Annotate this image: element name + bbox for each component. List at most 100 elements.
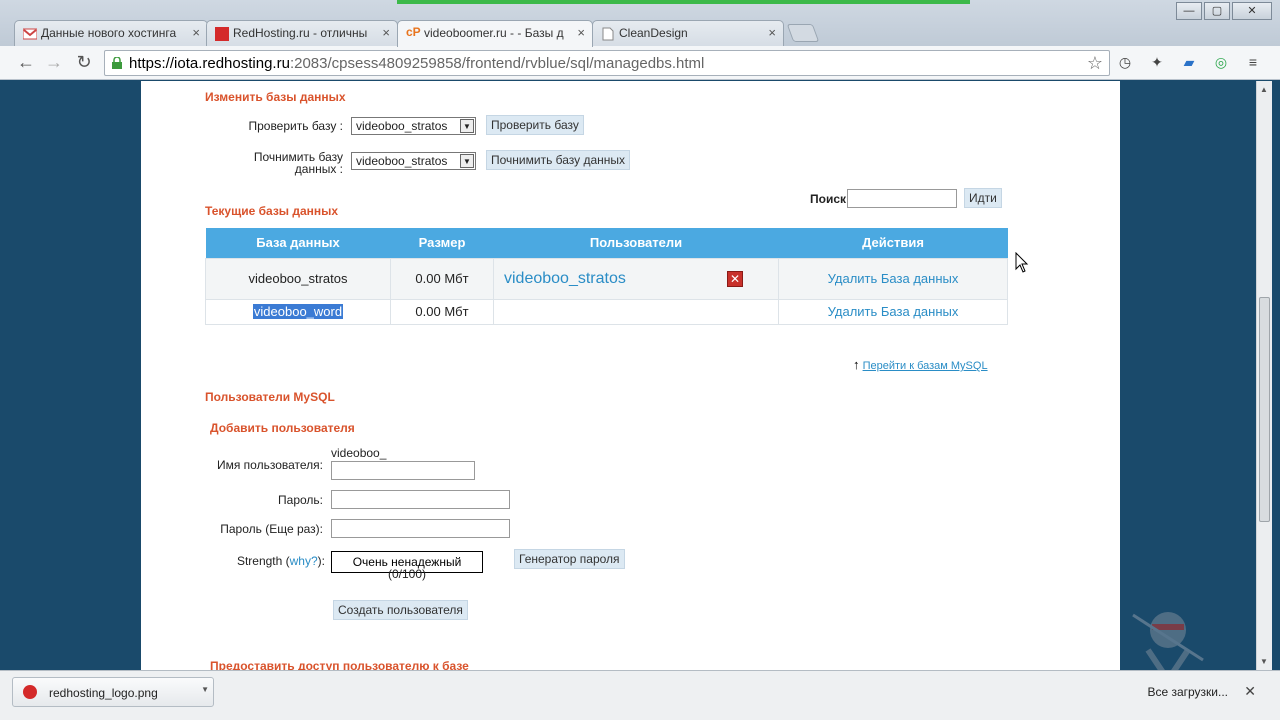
tab-label: videoboomer.ru - - Базы д <box>424 26 564 40</box>
vertical-scrollbar[interactable]: ▲ ▼ <box>1256 81 1272 670</box>
tab-close-icon[interactable]: × <box>577 25 585 40</box>
redhosting-file-icon <box>23 685 37 699</box>
goto-mysql-row: ↑ Перейти к базам MySQL <box>853 357 988 372</box>
col-users: Пользователи <box>493 228 779 258</box>
password-label: Пароль: <box>278 493 323 507</box>
db-user-link[interactable]: videoboo_stratos <box>504 270 626 287</box>
repair-db-select[interactable]: videoboo_stratos ▼ <box>351 152 476 170</box>
repair-db-value: videoboo_stratos <box>356 154 448 168</box>
username-input[interactable] <box>331 461 475 480</box>
all-downloads-link[interactable]: Все загрузки... <box>1147 685 1228 699</box>
redhosting-icon <box>215 27 229 41</box>
gmail-icon <box>22 27 38 41</box>
address-bar[interactable]: https://iota.redhosting.ru:2083/cpsess48… <box>104 50 1110 76</box>
password-input[interactable] <box>331 490 510 509</box>
databases-table: База данных Размер Пользователи Действия… <box>205 228 1008 325</box>
reload-icon[interactable]: ↻ <box>72 52 96 73</box>
db-name-cell: videoboo_word <box>205 298 391 325</box>
chevron-down-icon: ▼ <box>460 154 474 168</box>
url-host: https://iota.redhosting.ru <box>129 55 290 72</box>
tab-cpanel[interactable]: cP videoboomer.ru - - Базы д × <box>397 20 593 47</box>
back-icon[interactable]: ← <box>14 52 38 73</box>
db-name: videoboo_stratos <box>205 257 391 300</box>
db-size: 0.00 Мбт <box>390 298 494 325</box>
check-db-value: videoboo_stratos <box>356 119 448 133</box>
check-db-select[interactable]: videoboo_stratos ▼ <box>351 117 476 135</box>
db-users-cell: videoboo_stratos ✕ <box>493 257 779 300</box>
forward-icon[interactable]: → <box>42 52 66 73</box>
url-path: :2083/cpsess4809259858/frontend/rvblue/s… <box>289 55 705 72</box>
arrow-up-icon: ↑ <box>853 357 860 372</box>
cpanel-icon: cP <box>406 25 421 39</box>
download-filename: redhosting_logo.png <box>49 686 158 700</box>
page-content: Изменить базы данных Проверить базу : vi… <box>141 81 1120 670</box>
col-actions: Действия <box>778 228 1008 258</box>
lock-icon <box>112 56 122 69</box>
close-download-bar-icon[interactable]: ✕ <box>1244 683 1256 700</box>
new-tab-button[interactable] <box>786 24 820 42</box>
modify-db-title: Изменить базы данных <box>205 90 346 104</box>
search-go-button[interactable]: Идти <box>964 188 1002 208</box>
browser-toolbar: ← → ↻ https://iota.redhosting.ru:2083/cp… <box>0 46 1280 80</box>
tab-cleandesign[interactable]: CleanDesign × <box>592 20 784 46</box>
strength-label-row: Strength (why?): <box>201 554 325 568</box>
repair-db-button[interactable]: Почнимить базу данных <box>486 150 631 170</box>
db-name: videoboo_word <box>252 304 344 319</box>
bookmark-star-icon[interactable]: ☆ <box>1087 53 1103 74</box>
username-prefix: videoboo_ <box>331 446 387 460</box>
chevron-down-icon: ▼ <box>460 119 474 133</box>
download-bar: redhosting_logo.png ▼ Все загрузки... ✕ <box>0 670 1280 720</box>
db-users <box>493 298 779 325</box>
mysql-users-title: Пользователи MySQL <box>205 390 335 404</box>
maximize-button[interactable]: ▢ <box>1204 2 1230 20</box>
grant-access-title: Предоставить доступ пользователю к базе <box>210 659 469 670</box>
pen-extension-icon[interactable]: ▰ <box>1180 54 1198 72</box>
check-db-button[interactable]: Проверить базу <box>486 115 584 135</box>
tab-label: Данные нового хостинга <box>41 26 177 40</box>
add-user-title: Добавить пользователя <box>210 421 355 435</box>
page-icon <box>601 27 615 41</box>
username-label: Имя пользователя: <box>216 458 323 472</box>
menu-icon[interactable]: ≡ <box>1244 54 1262 72</box>
col-size[interactable]: Размер <box>390 228 494 258</box>
search-input[interactable] <box>847 189 957 208</box>
strength-why-link[interactable]: why? <box>290 554 318 568</box>
strength-label-end: ): <box>317 554 325 568</box>
tab-label: CleanDesign <box>619 26 688 40</box>
scroll-up-icon[interactable]: ▲ <box>1260 85 1268 94</box>
col-database[interactable]: База данных <box>205 228 391 258</box>
goto-mysql-link[interactable]: Перейти к базам MySQL <box>863 360 988 372</box>
active-tab-indicator <box>397 0 970 4</box>
delete-db-link[interactable]: Удалить База данных <box>828 304 959 319</box>
browser-titlebar: Данные нового хостинга × RedHosting.ru -… <box>0 0 1280 47</box>
delete-db-link[interactable]: Удалить База данных <box>828 271 959 286</box>
page-viewport: Изменить базы данных Проверить базу : vi… <box>0 81 1256 670</box>
strength-score: (0/100) <box>387 567 427 581</box>
tab-gmail[interactable]: Данные нового хостинга × <box>14 20 208 46</box>
download-item[interactable]: redhosting_logo.png ▼ <box>12 677 214 707</box>
puzzle-extension-icon[interactable]: ✦ <box>1148 54 1166 72</box>
current-db-title: Текущие базы данных <box>205 204 339 218</box>
tab-close-icon[interactable]: × <box>192 25 200 40</box>
tab-redhosting[interactable]: RedHosting.ru - отличны × <box>206 20 398 46</box>
scrollbar-thumb[interactable] <box>1259 297 1270 522</box>
search-label: Поиск <box>809 192 846 206</box>
db-action-cell: Удалить База данных <box>778 298 1008 325</box>
create-user-button[interactable]: Создать пользователя <box>333 600 468 620</box>
green-extension-icon[interactable]: ◎ <box>1212 54 1230 72</box>
password-generator-button[interactable]: Генератор пароля <box>514 549 625 569</box>
table-row: videoboo_word 0.00 Мбт Удалить База данн… <box>205 298 1008 325</box>
window-controls: — ▢ ✕ <box>1174 2 1272 20</box>
chevron-down-icon[interactable]: ▼ <box>201 685 209 694</box>
remove-user-icon[interactable]: ✕ <box>727 270 743 287</box>
close-window-button[interactable]: ✕ <box>1232 2 1272 20</box>
tab-close-icon[interactable]: × <box>768 25 776 40</box>
scroll-down-icon[interactable]: ▼ <box>1260 657 1268 666</box>
check-db-label: Проверить базу : <box>248 119 343 133</box>
password-again-input[interactable] <box>331 519 510 538</box>
password-again-label: Пароль (Еще раз): <box>220 522 323 536</box>
tab-close-icon[interactable]: × <box>382 25 390 40</box>
db-size: 0.00 Мбт <box>390 257 494 300</box>
clock-extension-icon[interactable]: ◷ <box>1116 54 1134 72</box>
minimize-button[interactable]: — <box>1176 2 1202 20</box>
